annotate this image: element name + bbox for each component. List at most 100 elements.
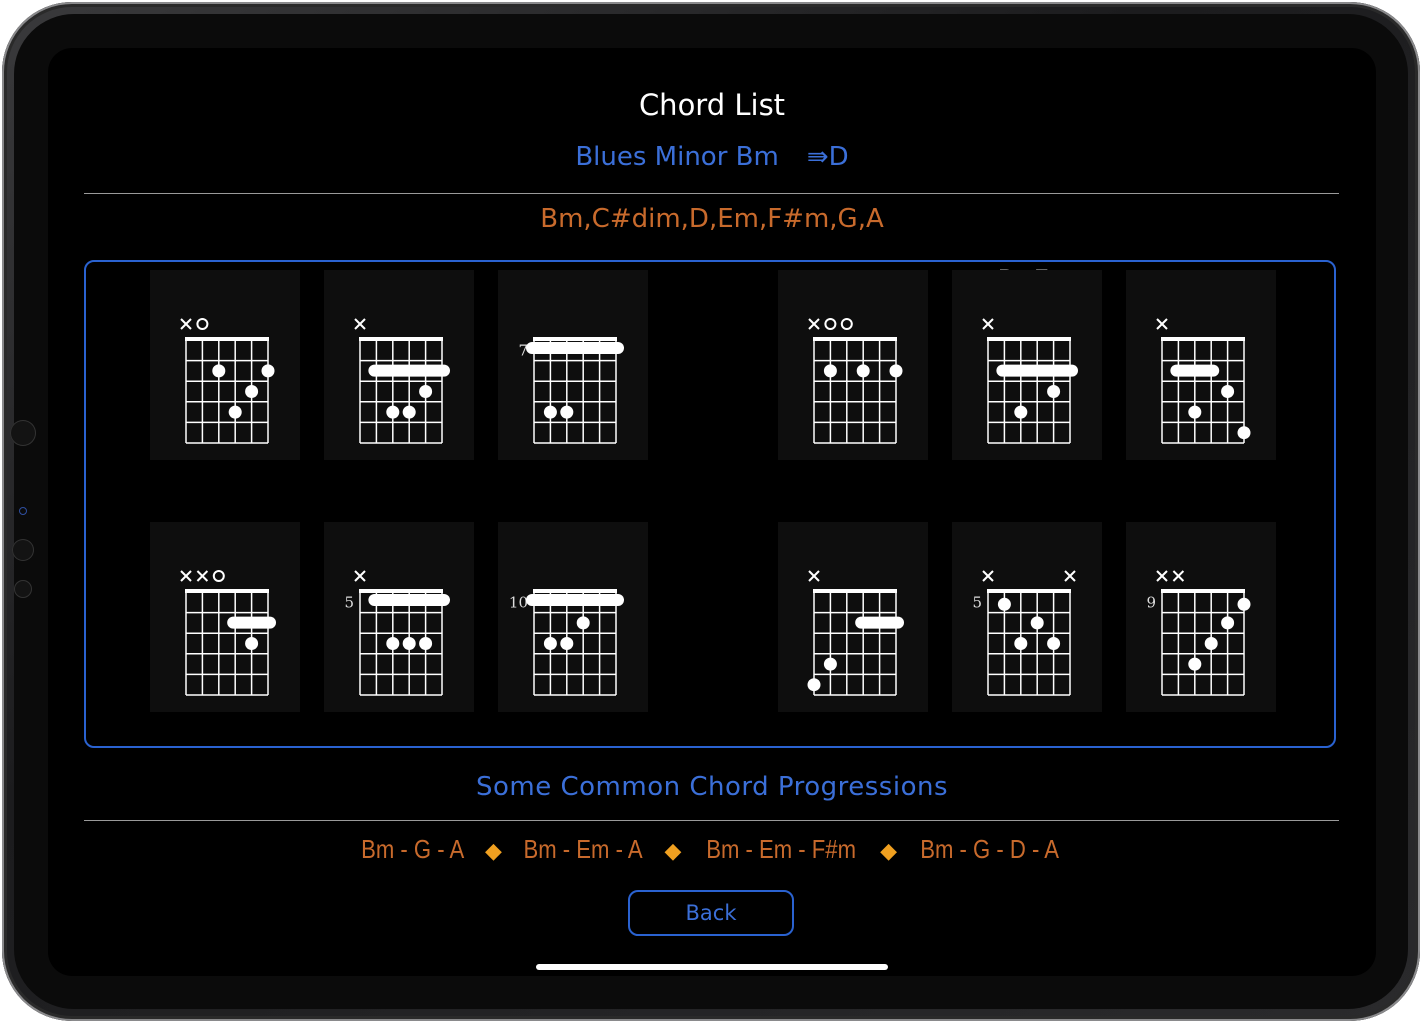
camera-dot	[19, 507, 27, 515]
progressions-title: Some Common Chord Progressions	[475, 772, 949, 802]
finger-dot	[245, 385, 259, 398]
home-indicator[interactable]	[536, 964, 888, 970]
volume-button	[10, 420, 36, 446]
chord-diagram[interactable]	[778, 270, 948, 460]
chord-diagram[interactable]	[778, 522, 948, 712]
chord-diagram[interactable]: 5	[952, 522, 1122, 712]
finger-dot	[1237, 597, 1251, 611]
finger-dot	[386, 637, 400, 650]
nut-line	[185, 589, 269, 593]
chord-diagram[interactable]	[150, 522, 320, 712]
diagram-card	[498, 270, 648, 460]
side-button	[12, 539, 34, 561]
nut-line	[533, 337, 617, 341]
finger-dot	[212, 364, 226, 378]
diagram-card	[1126, 522, 1276, 712]
finger-dot	[1221, 616, 1235, 630]
barre-bar	[526, 594, 624, 606]
finger-dot	[997, 597, 1011, 611]
barre-bar	[526, 342, 624, 354]
diagram-card	[150, 522, 300, 712]
diagram-card	[778, 270, 928, 460]
finger-dot	[543, 405, 557, 419]
chords-in-key: Bm,C#dim,D,Em,F#m,G,A	[540, 204, 884, 234]
finger-dot	[560, 637, 574, 650]
nut-line	[1161, 589, 1245, 593]
finger-dot	[386, 405, 400, 419]
finger-dot	[1188, 405, 1202, 419]
finger-dot	[1030, 616, 1044, 630]
nut-line	[359, 589, 443, 593]
chord-diagram[interactable]: 10	[498, 522, 668, 712]
chord-diagram[interactable]	[324, 270, 494, 460]
relative-arrow-icon: ⇛	[806, 142, 829, 172]
barre-bar	[996, 364, 1078, 377]
nut-line	[359, 337, 443, 341]
barre-bar	[1170, 364, 1220, 377]
finger-dot	[402, 405, 416, 419]
finger-dot	[1014, 637, 1028, 650]
start-fret-label: 9	[1146, 593, 1156, 611]
scale-name: Blues Minor Bm	[575, 142, 779, 172]
progression-item[interactable]: Bm - Em - A	[524, 834, 643, 865]
finger-dot	[245, 637, 259, 650]
finger-dot	[560, 405, 574, 419]
finger-dot	[576, 616, 590, 630]
chord-diagram[interactable]: 5	[324, 522, 494, 712]
finger-dot	[823, 364, 837, 378]
finger-dot	[1221, 385, 1235, 398]
nut-line	[185, 337, 269, 341]
finger-dot	[1047, 637, 1061, 650]
finger-dot	[261, 364, 275, 378]
header-divider	[84, 193, 1339, 194]
finger-dot	[807, 678, 821, 692]
progression-item[interactable]: Bm - G - A	[362, 834, 465, 865]
progression-item[interactable]: Bm - G - D - A	[921, 834, 1060, 865]
chord-diagram[interactable]	[1126, 270, 1296, 460]
diagram-card	[952, 522, 1102, 712]
finger-dot	[419, 637, 433, 650]
barre-bar	[368, 364, 450, 377]
side-button-2	[14, 580, 32, 598]
finger-dot	[856, 364, 870, 378]
diagram-card	[778, 522, 928, 712]
barre-bar	[855, 616, 904, 629]
chord-diagram[interactable]: 7	[498, 270, 668, 460]
finger-dot	[1188, 657, 1202, 671]
barre-bar	[227, 616, 276, 629]
chord-diagram[interactable]	[150, 270, 320, 460]
chord-diagrams-panel: Bm7Bm7D510Dmaj759	[84, 260, 1336, 748]
nut-line	[987, 337, 1071, 341]
finger-dot	[543, 637, 557, 650]
diamond-icon: ◆	[880, 838, 898, 863]
finger-dot	[419, 385, 433, 398]
barre-bar	[368, 594, 450, 606]
finger-dot	[1047, 385, 1061, 398]
progressions-divider	[84, 820, 1339, 821]
scale-subtitle[interactable]: Blues Minor Bm ⇛D	[48, 142, 1376, 172]
nut-line	[813, 589, 897, 593]
diagram-card	[150, 270, 300, 460]
chord-diagram[interactable]: 9	[1126, 522, 1296, 712]
back-button[interactable]: Back	[628, 890, 794, 936]
nut-line	[813, 337, 897, 341]
start-fret-label: 5	[344, 593, 354, 611]
nut-line	[1161, 337, 1245, 341]
progressions-list: Bm - G - A ◆ Bm - Em - A ◆ Bm - Em - F#m…	[48, 834, 1376, 865]
diagram-card	[324, 522, 474, 712]
relative-key: D	[828, 142, 849, 172]
diamond-icon: ◆	[485, 838, 502, 863]
diagram-card	[498, 522, 648, 712]
finger-dot	[1014, 405, 1028, 419]
start-fret-label: 5	[972, 593, 982, 611]
finger-dot	[1204, 637, 1218, 650]
finger-dot	[228, 405, 242, 419]
finger-dot	[402, 637, 416, 650]
page-title: Chord List	[638, 88, 786, 122]
progression-item[interactable]: Bm - Em - F#m	[706, 834, 856, 865]
app-screen: Chord List Blues Minor Bm ⇛D Bm,C#dim,D,E…	[48, 48, 1376, 976]
finger-dot	[1237, 426, 1251, 440]
nut-line	[987, 589, 1071, 593]
chord-diagram[interactable]	[952, 270, 1122, 460]
nut-line	[533, 589, 617, 593]
